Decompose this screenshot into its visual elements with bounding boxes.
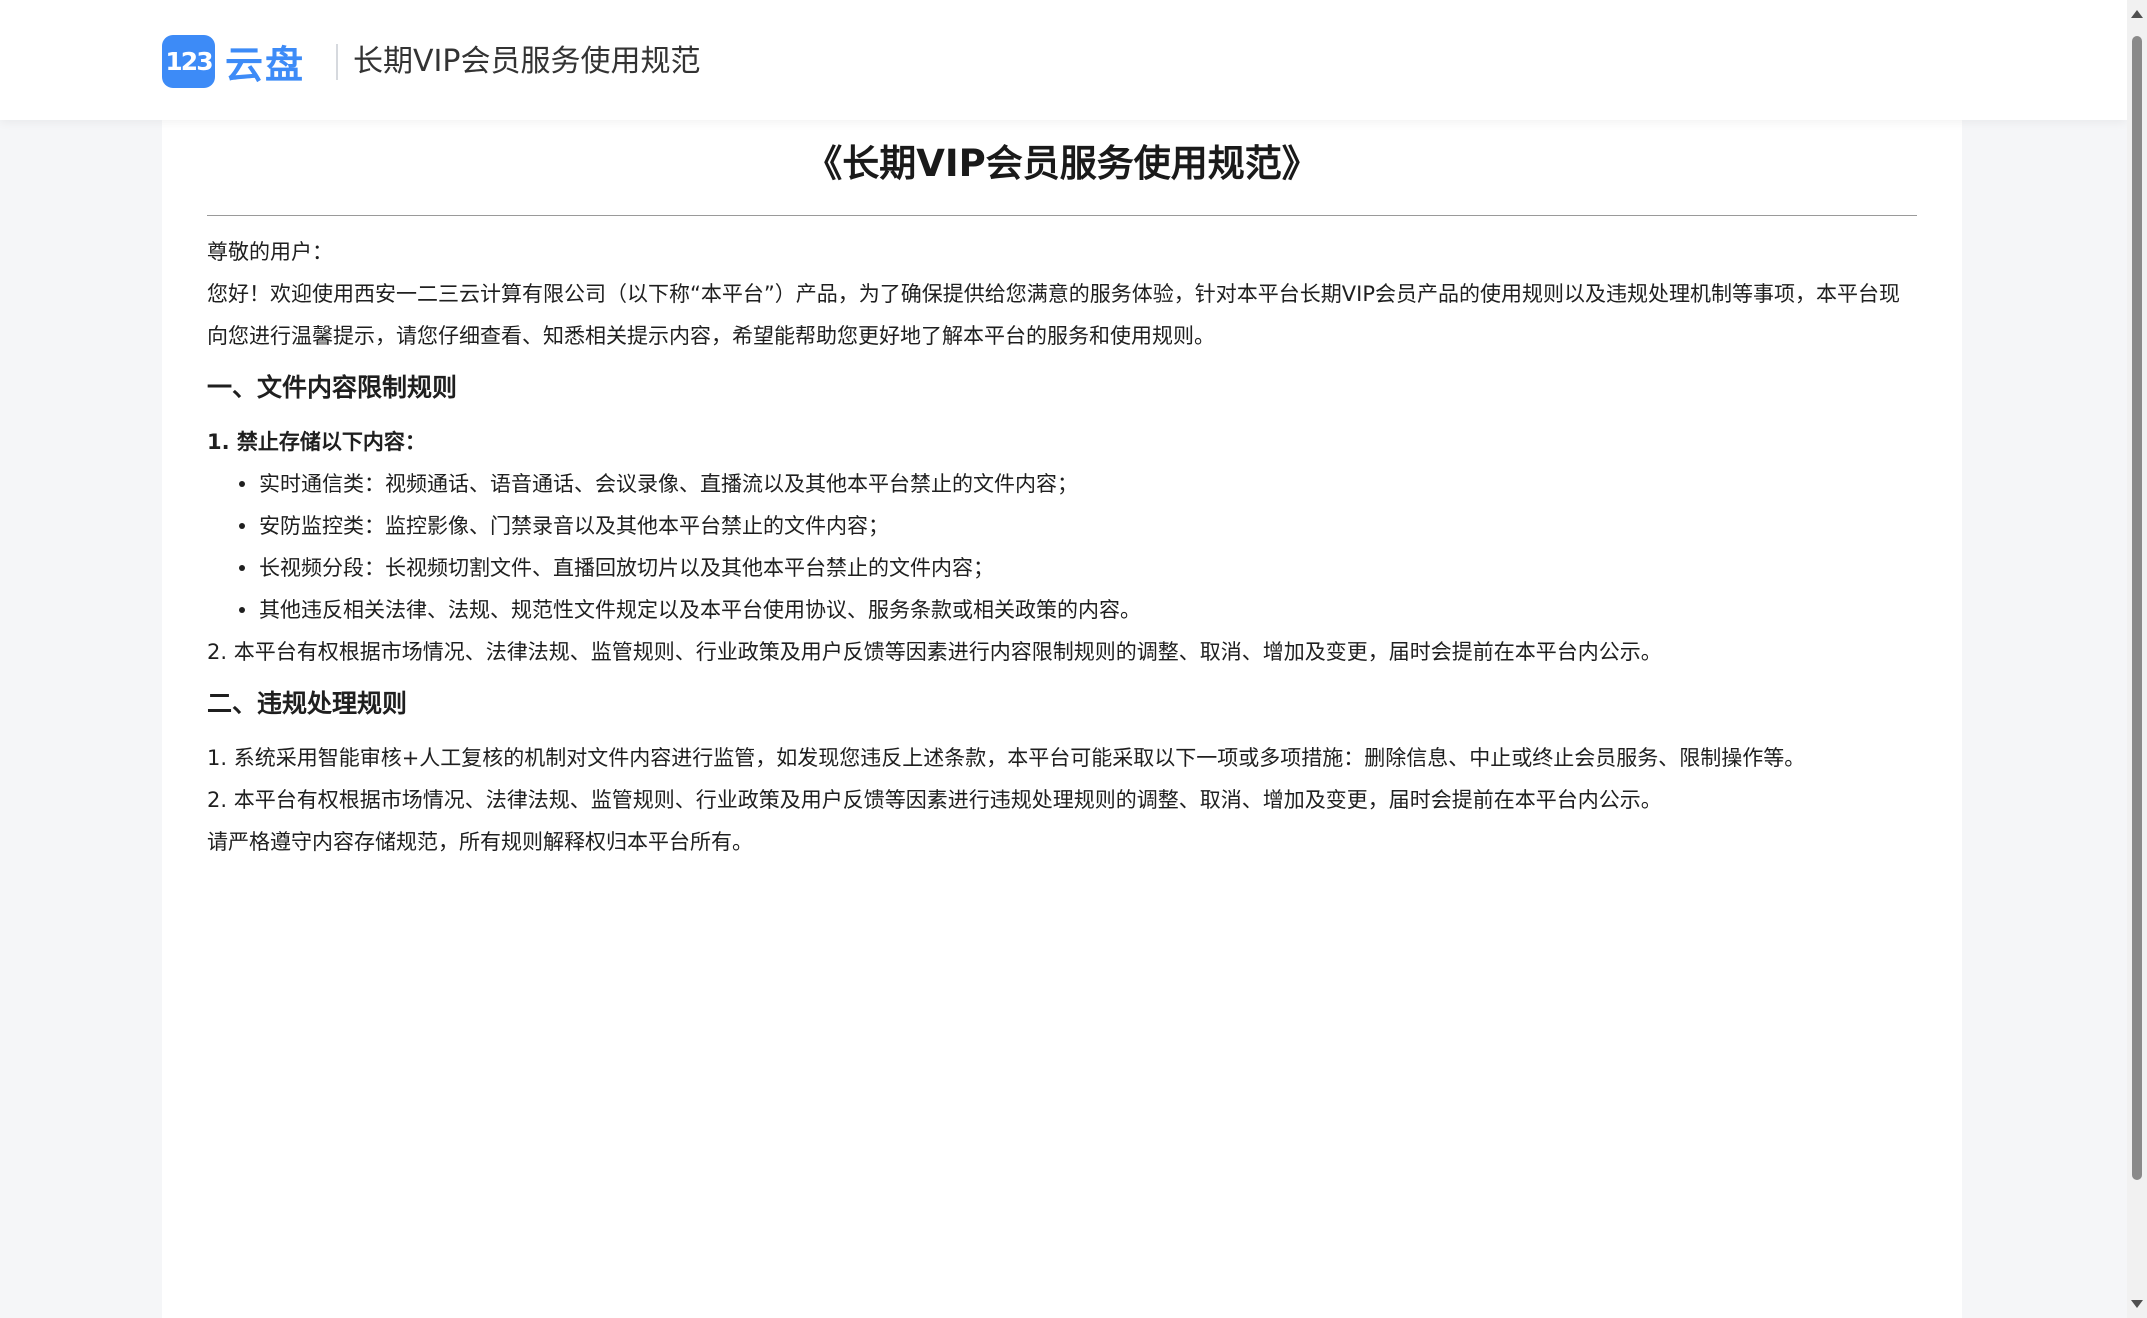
list-item-text: 实时通信类：视频通话、语音通话、会议录像、直播流以及其他本平台禁止的文件内容； [259, 472, 1078, 496]
bullet-icon [239, 481, 245, 487]
top-header-bar: 123 云盘 长期VIP会员服务使用规范 [0, 0, 2127, 120]
list-item-text: 其他违反相关法律、法规、规范性文件规定以及本平台使用协议、服务条款或相关政策的内… [259, 598, 1141, 622]
title-divider [207, 215, 1917, 216]
section1-subheading: 1. 禁止存储以下内容： [207, 430, 426, 454]
section2-item2: 2. 本平台有权根据市场情况、法律法规、监管规则、行业政策及用户反馈等因素进行违… [207, 788, 1662, 812]
greeting-text: 尊敬的用户： [207, 240, 333, 264]
list-item: 其他违反相关法律、法规、规范性文件规定以及本平台使用协议、服务条款或相关政策的内… [207, 589, 1917, 631]
document-title: 《长期VIP会员服务使用规范》 [805, 142, 1319, 185]
document-card: 《长期VIP会员服务使用规范》 尊敬的用户： 您好！欢迎使用西安一二三云计算有限… [162, 120, 1962, 1318]
scrollbar-thumb[interactable] [2132, 36, 2142, 1180]
logo-badge-icon: 123 [162, 35, 215, 88]
vertical-scrollbar[interactable] [2127, 0, 2147, 1318]
logo-123-yunpan[interactable]: 123 云盘 [162, 34, 305, 89]
header-divider [336, 44, 338, 80]
section1-heading: 一、文件内容限制规则 [207, 373, 458, 402]
document-content: 《长期VIP会员服务使用规范》 尊敬的用户： 您好！欢迎使用西安一二三云计算有限… [207, 120, 1917, 863]
section2-heading: 二、违规处理规则 [207, 689, 408, 718]
list-item: 长视频分段：长视频切割文件、直播回放切片以及其他本平台禁止的文件内容； [207, 547, 1917, 589]
list-item: 实时通信类：视频通话、语音通话、会议录像、直播流以及其他本平台禁止的文件内容； [207, 463, 1917, 505]
header-title: 长期VIP会员服务使用规范 [353, 44, 701, 79]
bullet-icon [239, 607, 245, 613]
closing-statement: 请严格遵守内容存储规范，所有规则解释权归本平台所有。 [207, 830, 753, 854]
bullet-icon [239, 523, 245, 529]
logo-text: 云盘 [225, 43, 306, 87]
list-item-text: 安防监控类：监控影像、门禁录音以及其他本平台禁止的文件内容； [259, 514, 889, 538]
scroll-up-arrow-icon[interactable] [2131, 10, 2143, 18]
list-item-text: 长视频分段：长视频切割文件、直播回放切片以及其他本平台禁止的文件内容； [259, 556, 994, 580]
intro-paragraph: 您好！欢迎使用西安一二三云计算有限公司（以下称“本平台”）产品，为了确保提供给您… [207, 282, 1900, 348]
section2-item1: 1. 系统采用智能审核+人工复核的机制对文件内容进行监管，如发现您违反上述条款，… [207, 746, 1806, 770]
prohibited-content-list: 实时通信类：视频通话、语音通话、会议录像、直播流以及其他本平台禁止的文件内容； … [207, 463, 1917, 631]
list-item: 安防监控类：监控影像、门禁录音以及其他本平台禁止的文件内容； [207, 505, 1917, 547]
bullet-icon [239, 565, 245, 571]
scroll-down-arrow-icon[interactable] [2131, 1300, 2143, 1308]
section1-item2: 2. 本平台有权根据市场情况、法律法规、监管规则、行业政策及用户反馈等因素进行内… [207, 640, 1662, 664]
